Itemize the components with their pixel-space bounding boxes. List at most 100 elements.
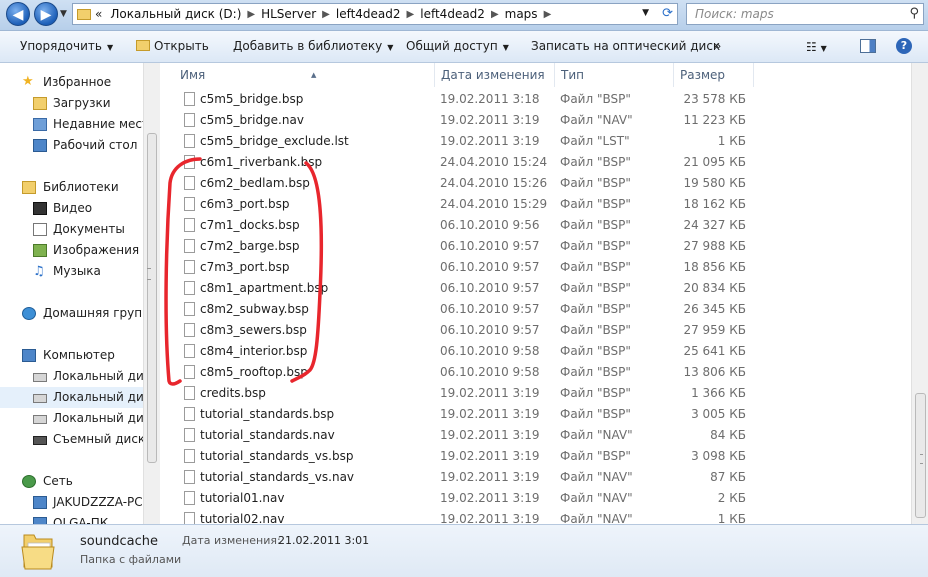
- burn-disc-button[interactable]: Записать на оптический диск: [531, 39, 720, 53]
- file-type: Файл "BSP": [560, 386, 631, 400]
- file-icon: [184, 386, 195, 400]
- sidebar-item-documents[interactable]: Документы: [0, 219, 143, 240]
- breadcrumb-item[interactable]: Локальный диск (D:): [110, 7, 241, 21]
- sidebar-item-local-disk-c[interactable]: Локальный диск: [0, 366, 143, 387]
- file-date: 19.02.2011 3:19: [440, 449, 540, 463]
- sidebar-item-network[interactable]: Сеть: [0, 471, 143, 492]
- sidebar-item-network-pc-2[interactable]: OLGA-ПК: [0, 513, 143, 524]
- breadcrumb-item[interactable]: HLServer: [261, 7, 316, 21]
- address-history-dropdown-icon[interactable]: ▼: [642, 8, 649, 18]
- file-row[interactable]: tutorial02.nav 19.02.2011 3:19 Файл "NAV" 1…: [160, 509, 911, 524]
- back-button[interactable]: ◀: [6, 2, 30, 26]
- breadcrumb-overflow[interactable]: «: [95, 7, 102, 21]
- add-to-library-button[interactable]: Добавить в библиотеку ▼: [233, 39, 393, 53]
- chevron-down-icon: ▼: [106, 43, 114, 52]
- file-row[interactable]: c6m2_bedlam.bsp 24.04.2010 15:26 Файл "BSP…: [160, 173, 911, 194]
- column-header-type[interactable]: Тип: [555, 63, 674, 87]
- file-type: Файл "BSP": [560, 155, 631, 169]
- address-toolbar: ◀ ▶ ▼ « Локальный диск (D:) ▶ HLServer ▶…: [0, 0, 928, 31]
- navigation-scrollbar[interactable]: [143, 63, 160, 524]
- sidebar-item-recent-places[interactable]: Недавние места: [0, 114, 143, 135]
- sidebar-item-downloads[interactable]: Загрузки: [0, 93, 143, 114]
- file-list-scrollbar-thumb[interactable]: [915, 393, 926, 518]
- file-row[interactable]: tutorial_standards.nav 19.02.2011 3:19 Фай…: [160, 425, 911, 446]
- grip-icon: [920, 454, 923, 464]
- sidebar-item-removable-disk[interactable]: Съемный диск (: [0, 429, 143, 450]
- file-list: Имя ▲ Дата изменения Тип Размер c5m5_bri…: [160, 63, 911, 524]
- file-row[interactable]: credits.bsp 19.02.2011 3:19 Файл "BSP" 1 36…: [160, 383, 911, 404]
- sidebar-item-pictures[interactable]: Изображения: [0, 240, 143, 261]
- help-icon[interactable]: ?: [896, 38, 912, 54]
- sidebar-item-network-pc-1[interactable]: JAKUDZZZA-PC: [0, 492, 143, 513]
- file-row[interactable]: c8m3_sewers.bsp 06.10.2010 9:57 Файл "BSP"…: [160, 320, 911, 341]
- file-row[interactable]: c7m2_barge.bsp 06.10.2010 9:57 Файл "BSP" 2…: [160, 236, 911, 257]
- sidebar-item-libraries[interactable]: Библиотеки: [0, 177, 143, 198]
- breadcrumb-separator-icon[interactable]: ▶: [544, 9, 552, 20]
- file-row[interactable]: tutorial_standards_vs.nav 19.02.2011 3:19…: [160, 467, 911, 488]
- file-size: 11 223 КБ: [683, 113, 746, 127]
- breadcrumb-separator-icon[interactable]: ▶: [247, 9, 255, 20]
- more-commands-button[interactable]: »: [714, 39, 721, 53]
- documents-icon: [33, 223, 47, 236]
- open-button[interactable]: Открыть: [136, 39, 209, 53]
- breadcrumb-item[interactable]: left4dead2: [336, 7, 401, 21]
- preview-pane-icon[interactable]: [860, 39, 876, 53]
- sidebar-item-homegroup[interactable]: Домашняя группа: [0, 303, 143, 324]
- file-row[interactable]: c8m5_rooftop.bsp 06.10.2010 9:58 Файл "BSP…: [160, 362, 911, 383]
- file-row[interactable]: tutorial01.nav 19.02.2011 3:19 Файл "NAV" 2…: [160, 488, 911, 509]
- file-row[interactable]: c5m5_bridge.nav 19.02.2011 3:19 Файл "NAV"…: [160, 110, 911, 131]
- file-row[interactable]: c7m3_port.bsp 06.10.2010 9:57 Файл "BSP" 18…: [160, 257, 911, 278]
- file-date: 24.04.2010 15:24: [440, 155, 548, 169]
- file-date: 06.10.2010 9:56: [440, 218, 540, 232]
- file-list-scrollbar[interactable]: [911, 63, 928, 524]
- file-icon: [184, 344, 195, 358]
- sidebar-item-favorites[interactable]: ★ Избранное: [0, 72, 143, 93]
- file-row[interactable]: c8m4_interior.bsp 06.10.2010 9:58 Файл "BS…: [160, 341, 911, 362]
- column-header-size[interactable]: Размер: [674, 63, 754, 87]
- file-date: 19.02.2011 3:19: [440, 470, 540, 484]
- file-type: Файл "NAV": [560, 470, 633, 484]
- sidebar-item-video[interactable]: Видео: [0, 198, 143, 219]
- file-name: credits.bsp: [200, 386, 266, 400]
- change-view-icon[interactable]: ☷ ▼: [806, 40, 827, 54]
- forward-button[interactable]: ▶: [34, 2, 58, 26]
- breadcrumb-item[interactable]: maps: [505, 7, 538, 21]
- file-type: Файл "BSP": [560, 218, 631, 232]
- file-row[interactable]: c5m5_bridge_exclude.lst 19.02.2011 3:19 Фа…: [160, 131, 911, 152]
- sidebar-item-local-disk-d[interactable]: Локальный диск: [0, 387, 143, 408]
- file-type: Файл "BSP": [560, 365, 631, 379]
- file-name: tutorial01.nav: [200, 491, 285, 505]
- address-bar[interactable]: « Локальный диск (D:) ▶ HLServer ▶ left4…: [72, 3, 678, 25]
- file-row[interactable]: c7m1_docks.bsp 06.10.2010 9:56 Файл "BSP" 2…: [160, 215, 911, 236]
- file-row[interactable]: tutorial_standards_vs.bsp 19.02.2011 3:19…: [160, 446, 911, 467]
- file-row[interactable]: c8m1_apartment.bsp 06.10.2010 9:57 Файл "B…: [160, 278, 911, 299]
- search-icon[interactable]: ⚲: [909, 6, 919, 21]
- column-header-date[interactable]: Дата изменения: [435, 63, 555, 87]
- breadcrumb-separator-icon[interactable]: ▶: [491, 9, 499, 20]
- recent-pages-dropdown[interactable]: ▼: [60, 9, 67, 19]
- file-size: 87 КБ: [710, 470, 746, 484]
- refresh-icon[interactable]: ⟳: [662, 6, 673, 21]
- file-row[interactable]: c6m3_port.bsp 24.04.2010 15:29 Файл "BSP" 1…: [160, 194, 911, 215]
- file-name: c6m2_bedlam.bsp: [200, 176, 310, 190]
- breadcrumb-separator-icon[interactable]: ▶: [322, 9, 330, 20]
- sidebar-item-music[interactable]: ♫ Музыка: [0, 261, 143, 282]
- file-icon: [184, 491, 195, 505]
- file-row[interactable]: c6m1_riverbank.bsp 24.04.2010 15:24 Файл "…: [160, 152, 911, 173]
- navigation-scrollbar-thumb[interactable]: [147, 133, 157, 463]
- desktop-icon: [33, 139, 47, 152]
- breadcrumb-separator-icon[interactable]: ▶: [407, 9, 415, 20]
- organize-button[interactable]: Упорядочить ▼: [20, 39, 113, 53]
- file-row[interactable]: c5m5_bridge.bsp 19.02.2011 3:18 Файл "BSP"…: [160, 89, 911, 110]
- file-row[interactable]: c8m2_subway.bsp 06.10.2010 9:57 Файл "BSP"…: [160, 299, 911, 320]
- sidebar-item-desktop[interactable]: Рабочий стол: [0, 135, 143, 156]
- sidebar-item-local-disk-e[interactable]: Локальный диск: [0, 408, 143, 429]
- column-header-name[interactable]: Имя ▲: [174, 63, 435, 87]
- breadcrumb-item[interactable]: left4dead2: [420, 7, 485, 21]
- sidebar-item-computer[interactable]: Компьютер: [0, 345, 143, 366]
- share-button[interactable]: Общий доступ ▼: [406, 39, 509, 53]
- file-icon: [184, 302, 195, 316]
- sidebar-item-label: Домашняя группа: [43, 306, 143, 320]
- file-row[interactable]: tutorial_standards.bsp 19.02.2011 3:19 Фай…: [160, 404, 911, 425]
- search-input[interactable]: Поиск: maps ⚲: [686, 3, 924, 25]
